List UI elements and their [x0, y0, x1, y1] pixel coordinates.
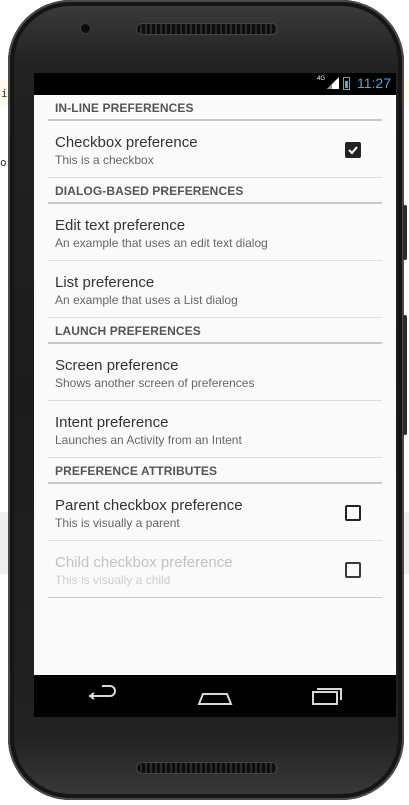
preference-item-intent-preference[interactable]: Intent preference Launches an Activity fr… — [48, 401, 382, 458]
navigation-bar — [34, 675, 396, 717]
category-header: LAUNCH PREFERENCES — [48, 318, 382, 344]
preference-summary: This is visually a child — [55, 573, 171, 587]
preference-title: Child checkbox preference — [55, 554, 233, 571]
preference-title: List preference — [55, 274, 155, 291]
preference-summary: Shows another screen of preferences — [55, 376, 255, 390]
device-screen: 4G 11:27 IN-LINE PREFERENCES Checkbox pre… — [34, 73, 396, 717]
category-header: IN-LINE PREFERENCES — [48, 95, 382, 121]
signal-icon — [327, 77, 339, 89]
preference-summary: Launches an Activity from an Intent — [55, 433, 242, 447]
preference-title: Checkbox preference — [55, 134, 198, 151]
category-header: DIALOG-BASED PREFERENCES — [48, 178, 382, 204]
checkbox-unchecked[interactable] — [345, 505, 361, 521]
background-glyph: o — [0, 156, 7, 169]
preference-item-screen-preference[interactable]: Screen preference Shows another screen of… — [48, 344, 382, 401]
checkbox-unchecked — [345, 562, 361, 578]
checkbox-checked[interactable] — [345, 142, 361, 158]
background-glyph: i — [1, 87, 8, 100]
back-icon[interactable] — [84, 682, 124, 710]
preference-title: Screen preference — [55, 357, 179, 374]
phone-frame: 4G 11:27 IN-LINE PREFERENCES Checkbox pre… — [8, 0, 407, 800]
preference-item-parent-checkbox-preference[interactable]: Parent checkbox preference This is visual… — [48, 484, 382, 541]
preference-summary: An example that uses a List dialog — [55, 293, 238, 307]
preference-summary: An example that uses an edit text dialog — [55, 236, 268, 250]
preference-item-child-checkbox-preference: Child checkbox preference This is visuall… — [48, 541, 382, 598]
preference-title: Parent checkbox preference — [55, 497, 243, 514]
preference-item-edit-text-preference[interactable]: Edit text preference An example that uses… — [48, 204, 382, 261]
preference-title: Edit text preference — [55, 217, 186, 234]
preference-summary: This is visually a parent — [55, 516, 180, 530]
front-camera — [80, 23, 91, 34]
recents-icon[interactable] — [307, 682, 347, 710]
preference-title: Intent preference — [55, 414, 169, 431]
battery-icon — [343, 76, 350, 90]
volume-button[interactable] — [403, 205, 407, 260]
preference-item-list-preference[interactable]: List preference An example that uses a Li… — [48, 261, 382, 318]
preference-item-checkbox-preference[interactable]: Checkbox preference This is a checkbox — [48, 121, 382, 178]
bottom-speaker — [136, 762, 278, 774]
home-icon[interactable] — [195, 682, 235, 710]
preference-summary: This is a checkbox — [55, 153, 154, 167]
category-header: PREFERENCE ATTRIBUTES — [48, 458, 382, 484]
status-clock: 11:27 — [357, 75, 391, 91]
preference-list: IN-LINE PREFERENCES Checkbox preference Th… — [34, 95, 396, 598]
network-type-label: 4G — [316, 76, 325, 82]
earpiece-speaker — [136, 23, 278, 35]
power-button[interactable] — [403, 315, 407, 435]
status-bar: 4G 11:27 — [34, 73, 396, 95]
checkmark-icon — [348, 146, 358, 155]
